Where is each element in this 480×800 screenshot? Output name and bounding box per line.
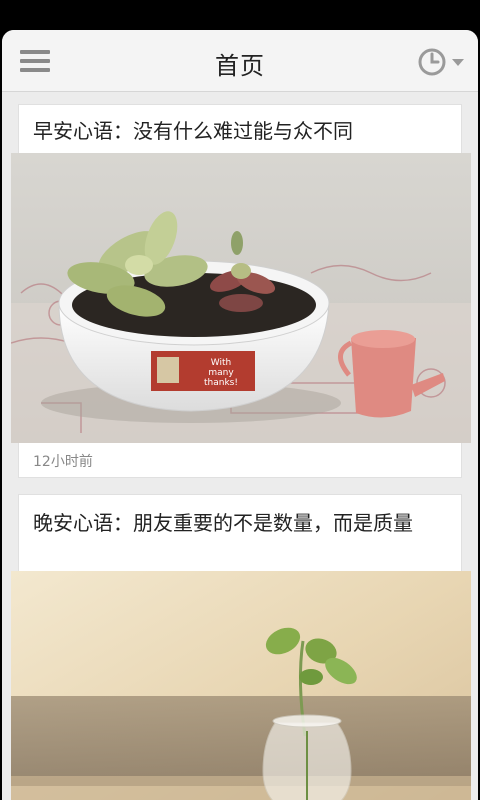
- article-card[interactable]: 晚安心语：朋友重要的不是数量，而是质量: [11, 494, 471, 800]
- article-image-plant-vase[interactable]: [11, 571, 471, 800]
- triangle-down-icon: [452, 59, 464, 66]
- history-button[interactable]: [418, 48, 468, 76]
- pot-label-line: many: [208, 368, 234, 378]
- article-timestamp: 12小时前: [33, 454, 93, 470]
- article-title[interactable]: 晚安心语：朋友重要的不是数量，而是质量: [33, 509, 447, 537]
- pot-label-line: With: [211, 358, 231, 368]
- article-title[interactable]: 早安心语：没有什么难过能与众不同: [33, 117, 447, 145]
- article-image-succulent[interactable]: With many thanks!: [11, 153, 471, 443]
- article-feed[interactable]: 早安心语：没有什么难过能与众不同 With many thanks! 12小时前…: [2, 92, 478, 800]
- top-bar: 首页: [2, 30, 478, 92]
- clock-icon: [418, 48, 464, 76]
- phone-screen: 首页 早安心语：没有什么难过能与众不同 With many thanks! 12…: [0, 0, 480, 800]
- pot-label-line: thanks!: [204, 378, 238, 388]
- app-window: 首页 早安心语：没有什么难过能与众不同 With many thanks! 12…: [2, 30, 478, 800]
- article-card[interactable]: 早安心语：没有什么难过能与众不同 With many thanks! 12小时前: [11, 104, 471, 478]
- page-title: 首页: [215, 52, 265, 80]
